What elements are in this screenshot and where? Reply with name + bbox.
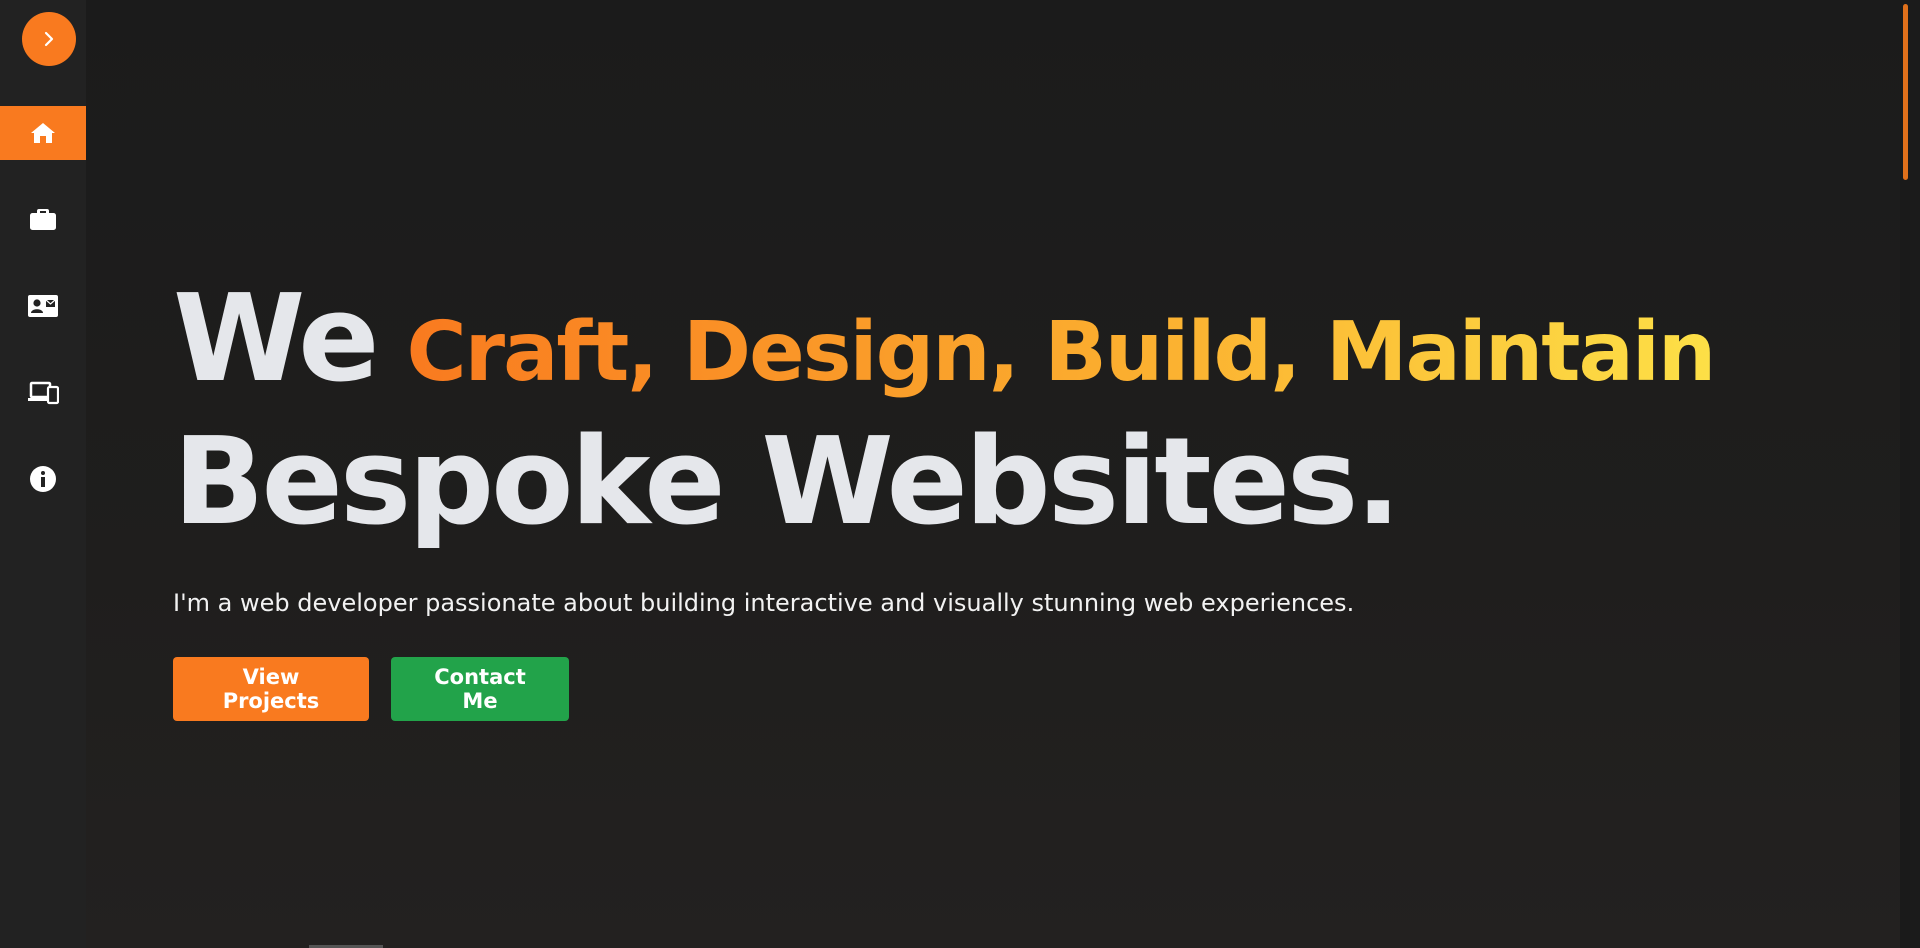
scrollbar-thumb[interactable]: [1903, 4, 1908, 180]
devices-icon: [27, 381, 59, 405]
sidebar-item-projects[interactable]: [0, 192, 86, 246]
chevron-right-icon: [42, 31, 56, 47]
info-icon: [29, 465, 57, 493]
headline-line-2: Bespoke Websites.: [173, 413, 1401, 552]
sidebar-item-about[interactable]: [0, 452, 86, 506]
contact-card-icon: [27, 293, 59, 319]
contact-me-button[interactable]: Contact Me: [391, 657, 569, 721]
sidebar-item-contact[interactable]: [0, 279, 86, 333]
hero-subtitle: I'm a web developer passionate about bui…: [173, 589, 1355, 617]
scrollbar[interactable]: [1900, 0, 1910, 948]
sidebar: [0, 0, 86, 948]
briefcase-icon: [29, 206, 57, 232]
headline-highlight: Craft, Design, Build, Maintain: [406, 289, 1716, 417]
hero-section: We Craft, Design, Build, Maintain Bespok…: [173, 270, 1716, 721]
sidebar-toggle-button[interactable]: [22, 12, 76, 66]
sidebar-item-services[interactable]: [0, 366, 86, 420]
hero-buttons: View Projects Contact Me: [173, 657, 1714, 721]
sidebar-item-home[interactable]: [0, 106, 86, 160]
headline-line-1: We Craft, Design, Build, Maintain: [173, 270, 1716, 417]
view-projects-button[interactable]: View Projects: [173, 657, 369, 721]
home-icon: [30, 121, 56, 145]
hero-headline: We Craft, Design, Build, Maintain Bespok…: [173, 270, 1716, 552]
headline-we: We: [173, 270, 379, 409]
